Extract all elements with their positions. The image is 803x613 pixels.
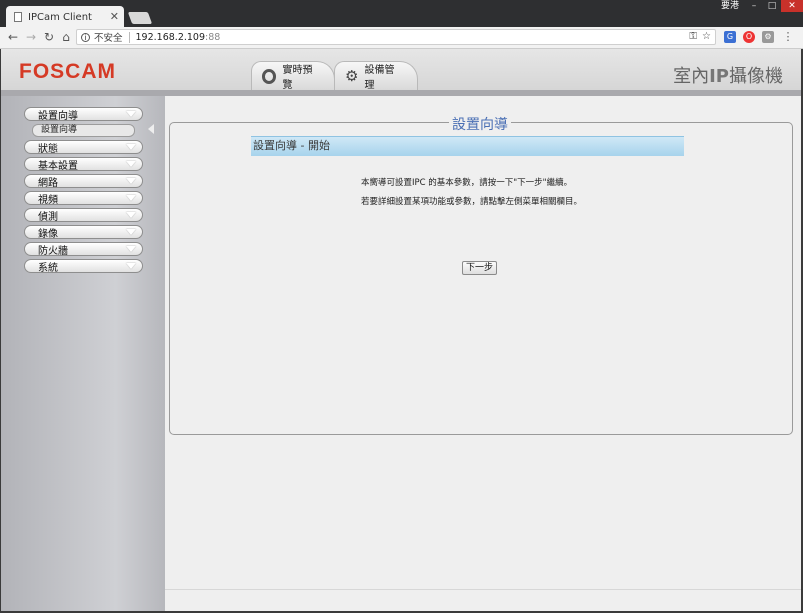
chevron-down-icon xyxy=(126,111,136,117)
next-button[interactable]: 下一步 xyxy=(462,261,497,275)
wizard-description-2: 若要詳細設置某項功能或參數，請點擊左側菜單相關欄目。 xyxy=(361,197,583,207)
section-title: 設置向導 - 開始 xyxy=(251,136,684,156)
tab-device-management[interactable]: ⚙ 設備管理 xyxy=(334,61,418,91)
translate-extension-icon[interactable]: G xyxy=(724,31,736,43)
collapse-arrow-icon[interactable] xyxy=(148,124,154,134)
browser-toolbar: ← → ↻ ⌂ i 不安全 192.168.2.109 :88 ⚿ ☆ G O … xyxy=(0,27,803,49)
chevron-down-icon xyxy=(126,161,136,167)
chevron-down-icon xyxy=(126,212,136,218)
bookmark-star-icon[interactable]: ☆ xyxy=(702,31,711,42)
maximize-icon[interactable]: □ xyxy=(763,0,781,12)
menu-kebab-icon[interactable]: ⋮ xyxy=(782,31,794,43)
tab-live-view[interactable]: 實時預覽 xyxy=(251,61,335,91)
new-tab-button[interactable] xyxy=(127,12,153,24)
app-header: FOSCAM 實時預覽 ⚙ 設備管理 室內IP攝像機 xyxy=(1,49,801,91)
sidebar-subitem-setup-wizard[interactable]: 設置向導 xyxy=(32,124,135,137)
url-port[interactable]: :88 xyxy=(205,32,220,43)
wizard-panel xyxy=(169,122,793,435)
address-bar[interactable]: i 不安全 192.168.2.109 :88 ⚿ ☆ xyxy=(76,29,716,45)
chevron-down-icon xyxy=(126,229,136,235)
tab-device-management-label: 設備管理 xyxy=(364,65,395,91)
sidebar-item-video[interactable]: 視頻 xyxy=(24,191,143,206)
panel-legend: 設置向導 xyxy=(449,114,511,134)
sidebar-item-status[interactable]: 狀態 xyxy=(24,140,143,155)
chevron-down-icon xyxy=(126,246,136,252)
sidebar-item-setup-wizard[interactable]: 設置向導 xyxy=(24,107,143,122)
chevron-down-icon xyxy=(126,144,136,150)
chevron-down-icon xyxy=(126,263,136,269)
product-title: 室內IP攝像機 xyxy=(673,66,783,87)
content-footer xyxy=(165,590,801,611)
security-label[interactable]: 不安全 xyxy=(94,30,123,44)
sidebar-item-system[interactable]: 系統 xyxy=(24,259,143,274)
window-close-icon[interactable]: ✕ xyxy=(781,0,803,12)
home-icon[interactable]: ⌂ xyxy=(59,30,73,44)
profile-name[interactable]: 要港 xyxy=(715,0,745,12)
sidebar-item-recording[interactable]: 錄像 xyxy=(24,225,143,240)
tab-live-view-label: 實時預覽 xyxy=(282,65,313,91)
minimize-icon[interactable]: – xyxy=(745,0,763,12)
key-icon[interactable]: ⚿ xyxy=(689,31,697,42)
tab-title: IPCam Client xyxy=(28,11,92,23)
back-icon[interactable]: ← xyxy=(6,30,20,44)
sidebar-item-detection[interactable]: 偵測 xyxy=(24,208,143,223)
sidebar-item-network[interactable]: 網路 xyxy=(24,174,143,189)
camera-icon xyxy=(262,68,277,84)
forward-icon[interactable]: → xyxy=(24,30,38,44)
browser-tab[interactable]: IPCam Client ✕ xyxy=(6,6,124,28)
chevron-down-icon xyxy=(126,178,136,184)
window-controls: 要港 – □ ✕ xyxy=(715,0,803,12)
gear-icon: ⚙ xyxy=(345,67,359,85)
url-host[interactable]: 192.168.2.109 xyxy=(136,32,206,43)
web-page: FOSCAM 實時預覽 ⚙ 設備管理 室內IP攝像機 設置向導 設置向導 狀態 … xyxy=(1,49,801,611)
foscam-logo: FOSCAM xyxy=(19,60,116,83)
page-icon xyxy=(14,12,22,22)
sidebar-item-firewall[interactable]: 防火牆 xyxy=(24,242,143,257)
browser-titlebar: IPCam Client ✕ 要港 – □ ✕ xyxy=(0,0,803,28)
divider xyxy=(128,31,130,43)
extension-icon[interactable]: ⚙ xyxy=(762,31,774,43)
sidebar-item-basic-settings[interactable]: 基本設置 xyxy=(24,157,143,172)
reload-icon[interactable]: ↻ xyxy=(42,30,56,44)
chevron-down-icon xyxy=(126,195,136,201)
info-icon[interactable]: i xyxy=(81,32,90,42)
wizard-description-1: 本嚮導可設置IPC 的基本參數，請按一下"下一步"繼續。 xyxy=(361,178,573,188)
opera-extension-icon[interactable]: O xyxy=(743,31,755,43)
main-content: 設置向導 設置向導 - 開始 本嚮導可設置IPC 的基本參數，請按一下"下一步"… xyxy=(165,96,801,590)
tab-close-icon[interactable]: ✕ xyxy=(110,10,119,23)
